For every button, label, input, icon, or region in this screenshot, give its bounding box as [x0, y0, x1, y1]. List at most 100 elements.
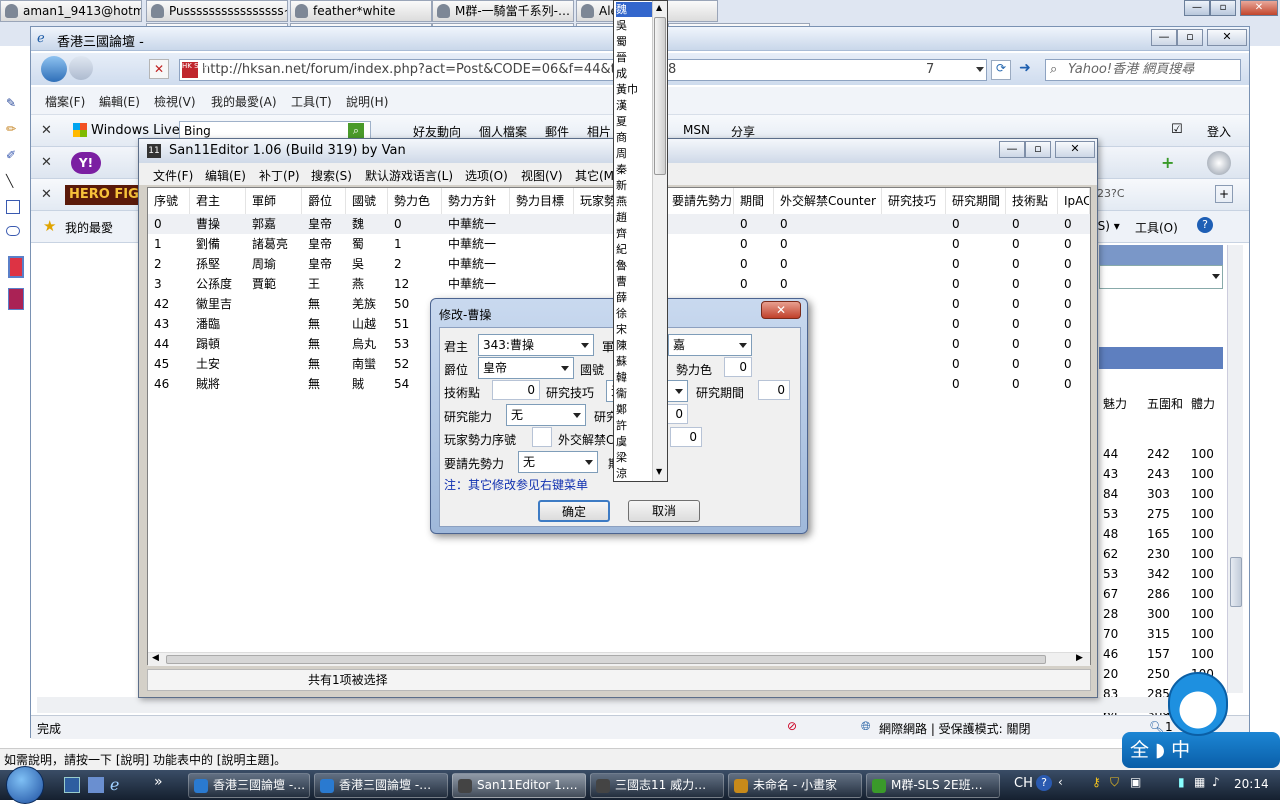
browser-minimize-button[interactable]: — — [1151, 29, 1177, 46]
favorites-button[interactable]: 我的最愛 — [65, 219, 113, 236]
color-swatch-icon[interactable] — [8, 256, 24, 278]
login-link[interactable]: 登入 — [1207, 123, 1231, 140]
taskbar-button[interactable]: San11Editor 1.… — [452, 773, 586, 798]
ok-button[interactable]: 确定 — [538, 500, 610, 522]
search-icon[interactable]: ⌕ — [348, 123, 364, 139]
page-hscrollbar[interactable] — [37, 697, 1227, 713]
dropdown-option[interactable]: 鄭 — [616, 402, 652, 417]
clock[interactable]: 20:14 — [1234, 777, 1269, 791]
contact-tab[interactable]: M群-一騎當千系列-… — [432, 0, 574, 22]
research-period-input[interactable]: 0 — [758, 380, 790, 400]
column-header[interactable]: 研究期間 — [946, 188, 1006, 214]
dropdown-option[interactable]: 許 — [616, 418, 652, 433]
battery-icon[interactable]: ▮ — [1178, 775, 1185, 789]
window-switch-icon[interactable] — [88, 777, 104, 793]
dropdown-option[interactable]: 成 — [616, 66, 652, 81]
taskbar-button[interactable]: 香港三國論壇 -… — [314, 773, 448, 798]
browser-maximize-button[interactable]: ▫ — [1177, 29, 1203, 46]
pencil-icon[interactable]: ✏ — [6, 122, 20, 136]
taskbar-button[interactable]: 未命名 - 小畫家 — [728, 773, 862, 798]
taskbar-button[interactable]: M群-SLS 2E班… — [866, 773, 1000, 798]
cancel-button[interactable]: 取消 — [628, 500, 700, 522]
dialog-close-button[interactable]: ✕ — [761, 301, 801, 319]
dropdown-option[interactable]: 宋 — [616, 322, 652, 337]
show-desktop-icon[interactable] — [64, 777, 80, 793]
diplomacy-input[interactable]: 0 — [670, 427, 702, 447]
scroll-down-icon[interactable]: ▼ — [656, 467, 662, 476]
ime-toolbar[interactable]: 全 ◗ 中 — [1122, 732, 1280, 768]
column-header[interactable]: 研究技巧 — [882, 188, 946, 214]
scroll-left-icon[interactable]: ◀ — [152, 653, 159, 663]
dropdown-option[interactable]: 齊 — [616, 226, 652, 241]
close-button[interactable]: ✕ — [1240, 0, 1278, 16]
editor-close-button[interactable]: ✕ — [1055, 141, 1095, 158]
language-indicator[interactable]: CH — [1014, 776, 1033, 791]
table-hscrollbar[interactable]: ◀ ▶ — [148, 652, 1090, 666]
column-header[interactable]: 勢力目標 — [510, 188, 574, 214]
line-icon[interactable]: ╲ — [6, 174, 20, 188]
column-header[interactable]: 勢力色 — [388, 188, 442, 214]
dropdown-option[interactable]: 漢 — [616, 98, 652, 113]
go-arrow-icon[interactable]: ➜ — [1015, 60, 1035, 80]
dropdown-option[interactable]: 梁 — [616, 450, 652, 465]
force-color-input[interactable]: 0 — [724, 357, 752, 377]
contact-tab[interactable]: aman1_9413@hotma… — [0, 0, 142, 22]
color-swatch-icon[interactable] — [8, 288, 24, 310]
page-select[interactable] — [1099, 265, 1223, 289]
dropdown-option[interactable]: 涼 — [616, 466, 652, 481]
dropdown-option[interactable]: 陳 — [616, 338, 652, 353]
editor-menu-patch[interactable]: 补丁(P) — [259, 167, 300, 184]
tools-menu[interactable]: 工具(O) — [1135, 219, 1178, 236]
shield-icon[interactable]: ⛉ — [1110, 775, 1119, 790]
brush-icon[interactable]: ✐ — [6, 148, 20, 162]
forward-button[interactable] — [69, 56, 93, 80]
minimize-button[interactable]: — — [1184, 0, 1210, 16]
back-button[interactable] — [41, 56, 67, 82]
chevron-down-icon[interactable] — [976, 67, 984, 72]
close-toolbar-icon[interactable]: ✕ — [41, 155, 52, 170]
stop-button[interactable]: ✕ — [149, 59, 169, 79]
editor-menu-language[interactable]: 默认游戏语言(L) — [365, 167, 453, 184]
url-field[interactable]: HK SAN http://hksan.net/forum/index.php?… — [179, 59, 987, 81]
scroll-right-icon[interactable]: ▶ — [1076, 653, 1083, 663]
lord-select[interactable]: 343:曹操 — [478, 334, 594, 356]
editor-menu-edit[interactable]: 编辑(E) — [205, 167, 246, 184]
column-header[interactable]: 君主 — [190, 188, 246, 214]
dropdown-option[interactable]: 周 — [616, 146, 652, 161]
network-icon[interactable]: ▦ — [1194, 775, 1205, 789]
rectangle-icon[interactable] — [6, 200, 20, 214]
picker-icon[interactable]: ✎ — [6, 96, 20, 110]
dropdown-option[interactable]: 徐 — [616, 306, 652, 321]
dropdown-option[interactable]: 蘇 — [616, 354, 652, 369]
dropdown-option[interactable]: 趙 — [616, 210, 652, 225]
start-button[interactable] — [6, 766, 44, 804]
tray-arrow-icon[interactable]: ‹ — [1058, 775, 1063, 789]
column-header[interactable]: IpAC — [1058, 188, 1090, 214]
dropdown-option[interactable]: 虞 — [616, 434, 652, 449]
column-header[interactable]: 外交解禁Counter — [774, 188, 882, 214]
column-header[interactable]: 國號 — [346, 188, 388, 214]
contact-tab[interactable]: Pussssssssssssssss~ … — [146, 0, 288, 22]
menu-view[interactable]: 檢視(V) — [154, 93, 196, 110]
add-tab-icon[interactable]: + — [1215, 185, 1233, 203]
volume-icon[interactable]: ♪ — [1212, 775, 1220, 789]
help-icon[interactable]: ? — [1197, 217, 1213, 233]
dropdown-scroll-thumb[interactable] — [654, 17, 666, 175]
ellipse-icon[interactable] — [6, 226, 20, 236]
dropdown-option[interactable]: 蜀 — [616, 34, 652, 49]
dropdown-option[interactable]: 曹 — [616, 274, 652, 289]
dropdown-option[interactable]: 薛 — [616, 290, 652, 305]
maximize-button[interactable]: ▫ — [1210, 0, 1236, 16]
page-scrollbar[interactable] — [1227, 245, 1243, 693]
ie-quicklaunch-icon[interactable]: ℯ — [110, 775, 119, 794]
request-force-select[interactable]: 无 — [518, 451, 598, 473]
help-icon[interactable]: ? — [1036, 775, 1052, 791]
scroll-up-icon[interactable]: ▲ — [656, 3, 662, 12]
rank-select[interactable]: 皇帝 — [478, 357, 574, 379]
dropdown-option[interactable]: 吳 — [616, 18, 652, 33]
dropdown-option[interactable]: 秦 — [616, 162, 652, 177]
key-icon[interactable]: ⚷ — [1092, 775, 1101, 789]
dropdown-option[interactable]: 魏 — [616, 2, 652, 17]
editor-menu-options[interactable]: 选项(O) — [465, 167, 508, 184]
table-scroll-thumb[interactable] — [166, 655, 1046, 664]
